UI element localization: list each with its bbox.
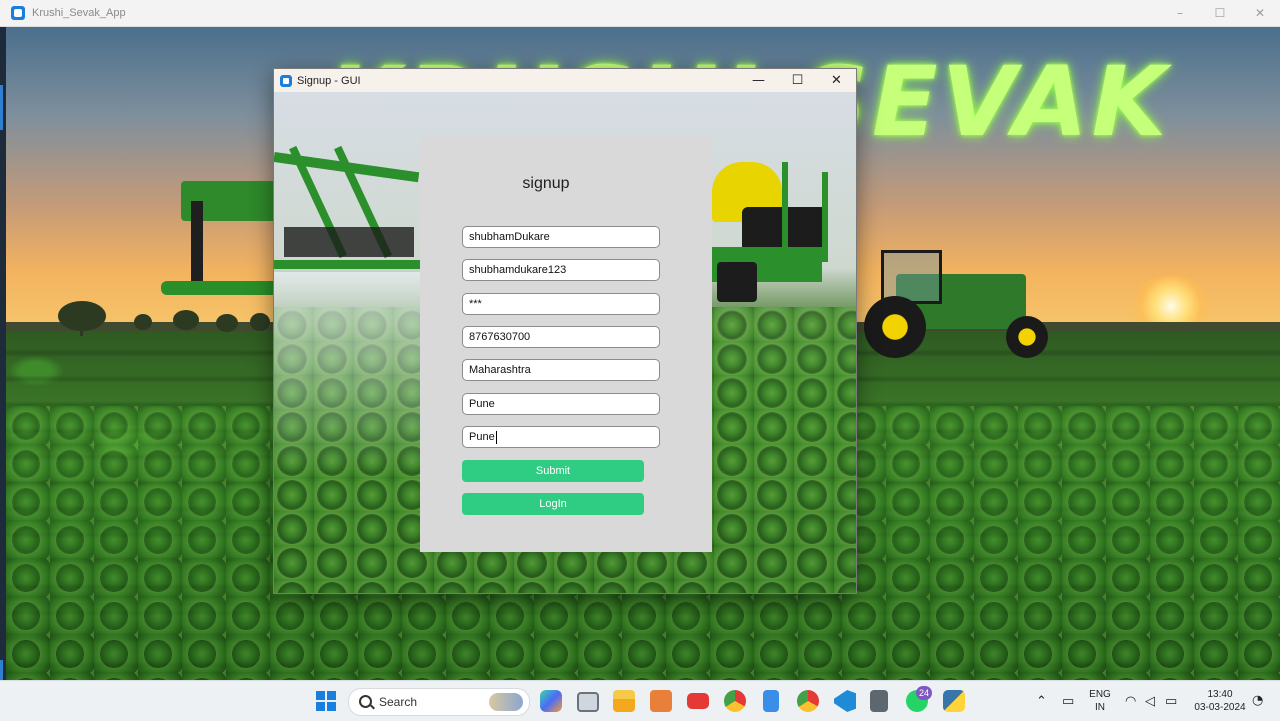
search-icon bbox=[359, 695, 372, 708]
city-input-value: Pune bbox=[469, 431, 495, 443]
search-highlight-icon bbox=[489, 693, 523, 711]
taskbar: Search 24 ⌃ ▭ ENG IN ◠ ◁ ▭ 13:40 03-03-2… bbox=[0, 680, 1280, 721]
chrome-icon[interactable] bbox=[724, 690, 746, 712]
tray-overflow-icon[interactable]: ⌃ bbox=[1036, 694, 1047, 709]
sprayer-boom-left bbox=[274, 142, 420, 292]
language-indicator[interactable]: ENG IN bbox=[1088, 688, 1112, 714]
signup-background-image: signup shubhamDukare shubhamdukare123 **… bbox=[274, 92, 856, 593]
start-icon[interactable] bbox=[316, 691, 336, 711]
file-explorer-icon[interactable] bbox=[613, 690, 635, 712]
signup-window-title: Signup - GUI bbox=[297, 74, 361, 87]
app-window-controls: – ☐ ✕ bbox=[1160, 0, 1280, 26]
desktop-edge-accent bbox=[0, 85, 3, 130]
phone-input[interactable]: 8767630700 bbox=[462, 326, 660, 348]
task-view-icon[interactable] bbox=[577, 692, 599, 712]
youtube-icon[interactable] bbox=[687, 693, 709, 709]
text-caret bbox=[495, 430, 497, 444]
whatsapp-unread-badge: 24 bbox=[916, 686, 932, 700]
signup-form-card: signup shubhamDukare shubhamdukare123 **… bbox=[420, 135, 712, 552]
signup-maximize-button[interactable]: ☐ bbox=[778, 69, 817, 92]
tree bbox=[134, 314, 152, 330]
spray-mist bbox=[274, 272, 434, 472]
taskbar-search[interactable]: Search bbox=[348, 688, 530, 716]
signup-heading: signup bbox=[522, 175, 570, 192]
tractor-right bbox=[856, 244, 1056, 364]
app-titlebar[interactable]: Krushi_Sevak_App – ☐ ✕ bbox=[0, 0, 1280, 27]
language-region: IN bbox=[1095, 702, 1105, 713]
clock-date: 03-03-2024 bbox=[1194, 702, 1246, 713]
drive-icon[interactable]: ▭ bbox=[1062, 694, 1074, 709]
clock[interactable]: 13:40 03-03-2024 bbox=[1188, 688, 1252, 714]
tree bbox=[216, 314, 238, 332]
signup-window-controls: — ☐ ✕ bbox=[739, 69, 856, 92]
maximize-button[interactable]: ☐ bbox=[1200, 0, 1240, 26]
signup-window-icon bbox=[280, 74, 292, 87]
language-code: ENG bbox=[1089, 689, 1111, 700]
sprayer-tank-right bbox=[712, 132, 856, 307]
volume-icon[interactable]: ◁ bbox=[1145, 694, 1155, 709]
app-window-title: Krushi_Sevak_App bbox=[32, 7, 126, 19]
calculator-icon[interactable] bbox=[870, 690, 888, 712]
signup-titlebar[interactable]: Signup - GUI — ☐ ✕ bbox=[274, 69, 856, 92]
city-input[interactable]: Pune bbox=[462, 426, 660, 448]
search-label: Search bbox=[379, 695, 418, 709]
wifi-icon[interactable]: ◠ bbox=[1125, 694, 1136, 709]
app-window-icon bbox=[11, 6, 25, 20]
vscode-icon[interactable] bbox=[834, 690, 856, 712]
clock-time: 13:40 bbox=[1207, 689, 1233, 700]
chrome-profile-icon[interactable] bbox=[797, 690, 819, 712]
signup-close-button[interactable]: ✕ bbox=[817, 69, 856, 92]
notification-bell-icon[interactable]: ◔ bbox=[1252, 693, 1263, 708]
desktop-edge-accent bbox=[0, 660, 3, 680]
password-input[interactable]: *** bbox=[462, 293, 660, 315]
tree bbox=[173, 310, 199, 330]
app-icon[interactable] bbox=[650, 690, 672, 712]
login-button[interactable]: LogIn bbox=[462, 493, 644, 515]
email-input[interactable]: shubhamdukare123 bbox=[462, 259, 660, 281]
battery-icon[interactable]: ▭ bbox=[1165, 694, 1177, 709]
username-input[interactable]: shubhamDukare bbox=[462, 226, 660, 248]
submit-button[interactable]: Submit bbox=[462, 460, 644, 482]
python-app-icon[interactable] bbox=[943, 690, 965, 712]
tree-trunk bbox=[80, 326, 83, 336]
copilot-icon[interactable] bbox=[540, 690, 562, 712]
minimize-button[interactable]: – bbox=[1160, 0, 1200, 26]
tractor-rear-wheel bbox=[864, 296, 926, 358]
close-button[interactable]: ✕ bbox=[1240, 0, 1280, 26]
signup-window: Signup - GUI — ☐ ✕ signup shubhamDukare bbox=[273, 68, 857, 594]
sprayer-post bbox=[191, 201, 203, 291]
district-input[interactable]: Pune bbox=[462, 393, 660, 415]
signup-minimize-button[interactable]: — bbox=[739, 69, 778, 92]
tractor-front-wheel bbox=[1006, 316, 1048, 358]
notepad-icon[interactable] bbox=[763, 690, 779, 712]
tree bbox=[250, 313, 270, 331]
state-input[interactable]: Maharashtra bbox=[462, 359, 660, 381]
